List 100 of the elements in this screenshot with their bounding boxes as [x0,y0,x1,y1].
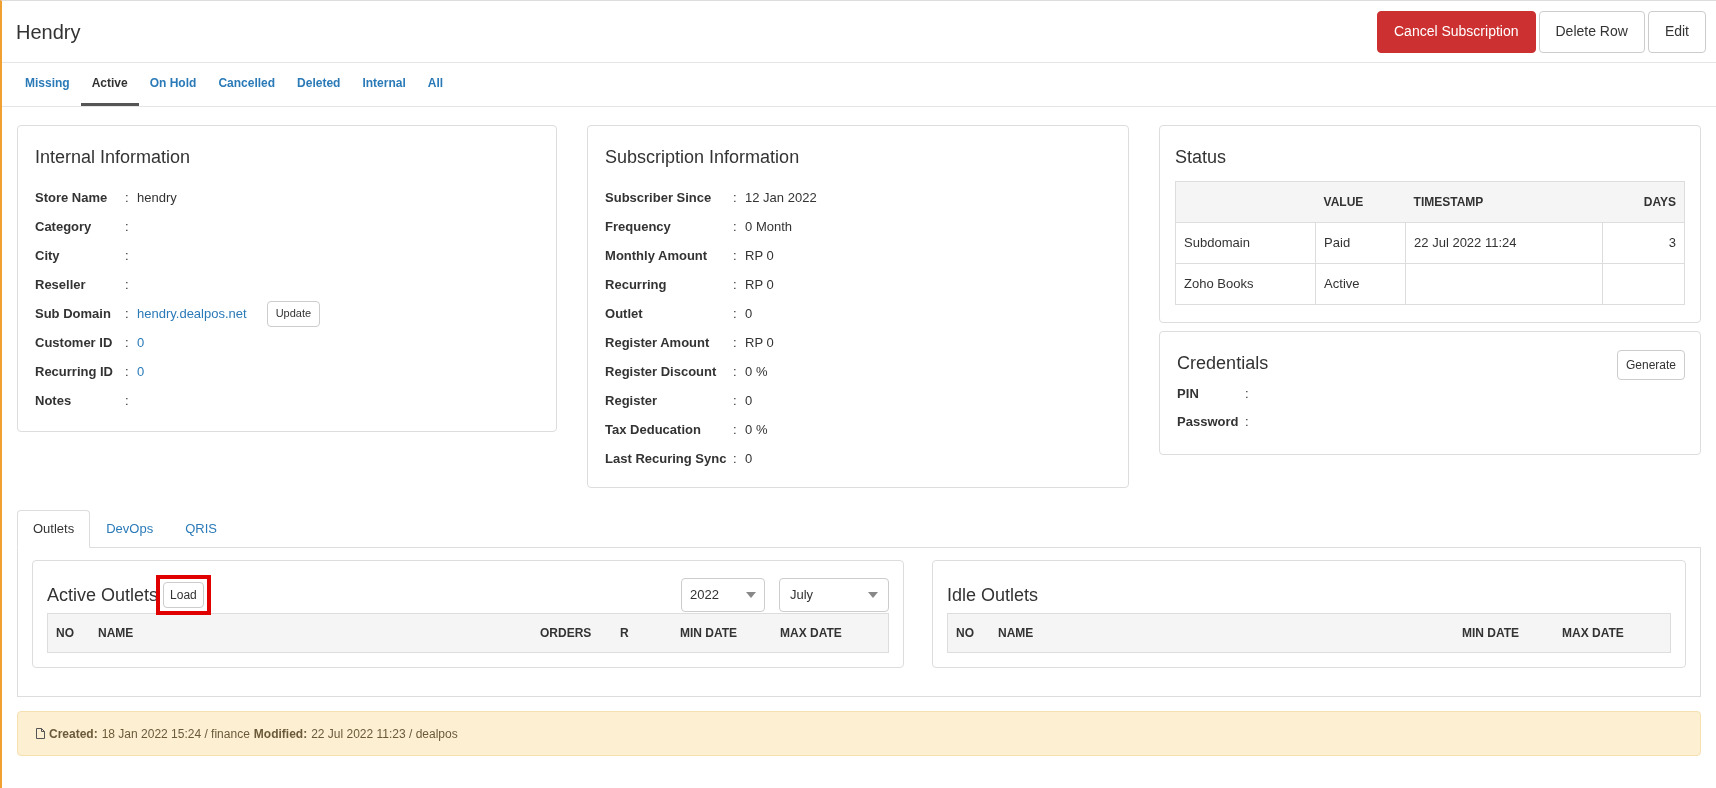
colon: : [733,246,738,265]
field-label: Frequency [605,217,672,236]
field-value: 0 [745,449,753,468]
load-button[interactable]: Load [163,582,204,608]
caret-icon [868,592,878,598]
field-label: Last Recuring Sync [605,449,728,468]
field-label: Register [605,391,659,410]
field-label: Recurring [605,275,668,294]
column-header: MAX DATE [780,625,843,642]
page-title: Hendry [16,19,81,45]
column-header: R [620,625,630,642]
outlet-tab[interactable]: DevOps [90,510,170,548]
outlet-tab[interactable]: QRIS [169,510,233,548]
table-cell: Zoho Books [1175,263,1316,305]
outlet-tab[interactable]: Outlets [17,510,91,548]
field-value: 0 [745,304,753,323]
field-label: Tax Deducation [605,420,702,439]
modified-label: Modified: [253,725,308,743]
column-header: VALUE [1315,181,1406,223]
field-label: Store Name [35,188,109,207]
card-title: Internal Information [35,146,192,169]
card-title: Status [1175,146,1228,169]
field-value: 0 % [745,420,768,439]
column-header: TIMESTAMP [1405,181,1603,223]
colon: : [125,333,130,352]
colon: : [733,333,738,352]
action-button[interactable]: Cancel Subscription [1377,10,1536,53]
colon: : [733,304,738,323]
column-header: MIN DATE [680,625,739,642]
colon: : [125,304,130,323]
field-label: Notes [35,391,73,410]
colon: : [1245,385,1249,404]
column-header: DAYS [1602,181,1685,223]
modified-value: 22 Jul 2022 11:23 / dealpos [311,725,458,743]
field-label: Recurring ID [35,362,114,381]
created-value: 18 Jan 2022 15:24 / finance [101,725,250,743]
action-button[interactable]: Delete Row [1538,10,1645,53]
field-label: City [35,246,61,265]
field-label: Password [1177,413,1240,432]
table-cell: 22 Jul 2022 11:24 [1405,222,1603,264]
field-label: Monthly Amount [605,246,709,265]
card-title: Idle Outlets [947,583,1039,607]
colon: : [733,217,738,236]
document-icon [36,728,45,739]
field-value: 0 % [745,362,768,381]
colon: : [125,275,130,294]
colon: : [125,217,130,236]
field-link[interactable]: 0 [137,361,145,382]
field-label: Subscriber Since [605,188,713,207]
field-value: 0 [745,391,753,410]
card-title: Subscription Information [605,146,801,169]
colon: : [125,246,130,265]
field-label: PIN [1177,385,1200,404]
status-tab[interactable]: Internal [351,63,417,106]
colon: : [1245,413,1249,432]
created-label: Created: [49,725,98,743]
colon: : [125,188,130,207]
action-button[interactable]: Edit [1647,10,1706,53]
column-header: NAME [998,625,1035,642]
column-header: MIN DATE [1462,625,1521,642]
status-tab[interactable]: All [416,63,455,106]
generate-button[interactable]: Generate [1616,350,1685,380]
status-tab[interactable]: Deleted [286,63,352,106]
colon: : [733,275,738,294]
month-select[interactable]: July [779,578,889,612]
field-label: Sub Domain [35,304,112,323]
field-link[interactable]: hendry.dealpos.net [137,303,247,324]
field-value: hendry [137,188,177,207]
card-title: Active Outlets [47,583,159,607]
field-label: Register Amount [605,333,711,352]
status-tab[interactable]: Missing [14,63,81,106]
column-header: ORDERS [540,625,593,642]
table-cell: Subdomain [1175,222,1316,264]
field-label: Reseller [35,275,87,294]
table-cell: Paid [1315,222,1406,264]
colon: : [733,420,738,439]
field-label: Outlet [605,304,644,323]
colon: : [125,391,130,410]
status-tab[interactable]: Cancelled [207,63,287,106]
update-button[interactable]: Update [266,300,321,327]
colon: : [733,188,738,207]
field-value: RP 0 [745,333,774,352]
card-title: Credentials [1177,352,1269,375]
year-select[interactable]: 2022 [681,578,765,612]
colon: : [733,449,738,468]
colon: : [125,362,130,381]
field-label: Customer ID [35,333,114,352]
field-value: 12 Jan 2022 [745,188,817,207]
table-cell: Active [1315,263,1406,305]
column-header: NO [56,625,75,642]
field-label: Register Discount [605,362,718,381]
caret-icon [746,592,756,598]
field-value: RP 0 [745,246,774,265]
status-tab[interactable]: Active [80,63,139,106]
column-header: NO [956,625,975,642]
field-link[interactable]: 0 [137,332,145,353]
field-value: 0 Month [745,217,793,236]
colon: : [733,391,738,410]
colon: : [733,362,738,381]
status-tab[interactable]: On Hold [138,63,208,106]
